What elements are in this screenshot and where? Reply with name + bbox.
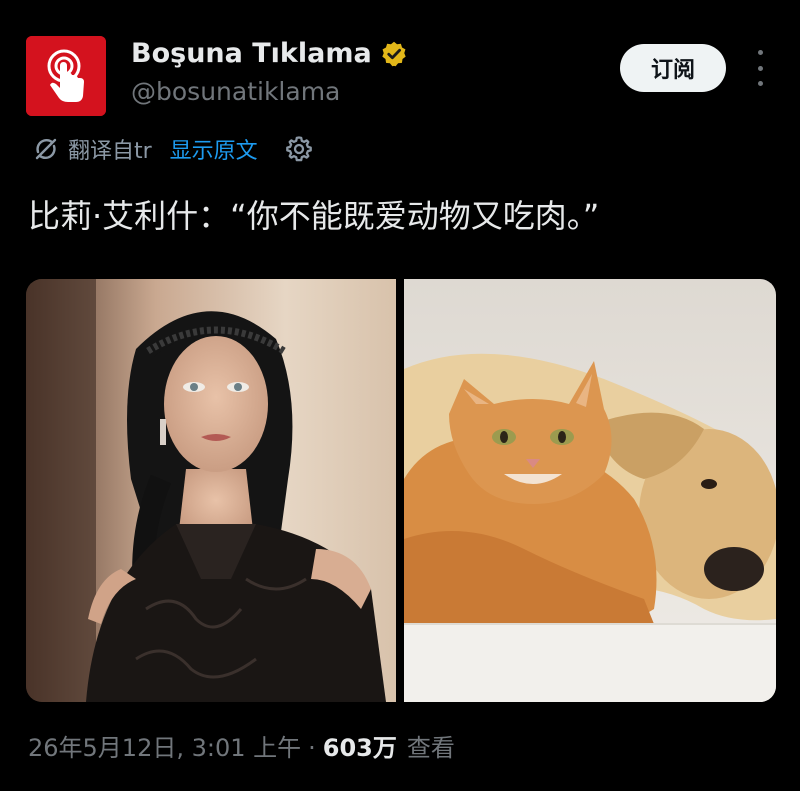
- translate-icon: [32, 135, 60, 163]
- more-vertical-icon[interactable]: [748, 50, 772, 86]
- avatar[interactable]: [26, 36, 106, 116]
- display-name-text: Boşuna Tıklama: [131, 38, 372, 69]
- user-handle[interactable]: @bosunatiklama: [131, 77, 340, 106]
- media-grid: [26, 279, 776, 702]
- meta-separator: ·: [308, 734, 316, 762]
- tap-hand-icon: [26, 36, 106, 116]
- translated-from-label: 翻译自tr: [68, 139, 152, 164]
- subscribe-button[interactable]: 订阅: [620, 44, 726, 92]
- woman-portrait-photo[interactable]: [26, 279, 396, 702]
- tweet-text: 比莉·艾利什：“你不能既爱动物又吃肉。”: [28, 197, 600, 235]
- cat-and-dog-photo[interactable]: [404, 279, 776, 702]
- views-label: 查看: [406, 734, 455, 762]
- display-name[interactable]: Boşuna Tıklama: [131, 38, 408, 69]
- verified-badge-icon: [380, 40, 408, 68]
- show-original-link[interactable]: 显示原文: [170, 133, 258, 165]
- tweet-post: Boşuna Tıklama @bosunatiklama 订阅 翻译自tr 显…: [0, 0, 800, 791]
- views-count: 603万: [322, 734, 397, 762]
- timestamp[interactable]: 26年5月12日, 3:01 上午: [28, 728, 301, 763]
- gear-icon[interactable]: [284, 134, 314, 164]
- translation-bar: 翻译自tr 显示原文: [32, 132, 314, 166]
- post-meta: 26年5月12日, 3:01 上午 · 603万 查看: [28, 728, 455, 763]
